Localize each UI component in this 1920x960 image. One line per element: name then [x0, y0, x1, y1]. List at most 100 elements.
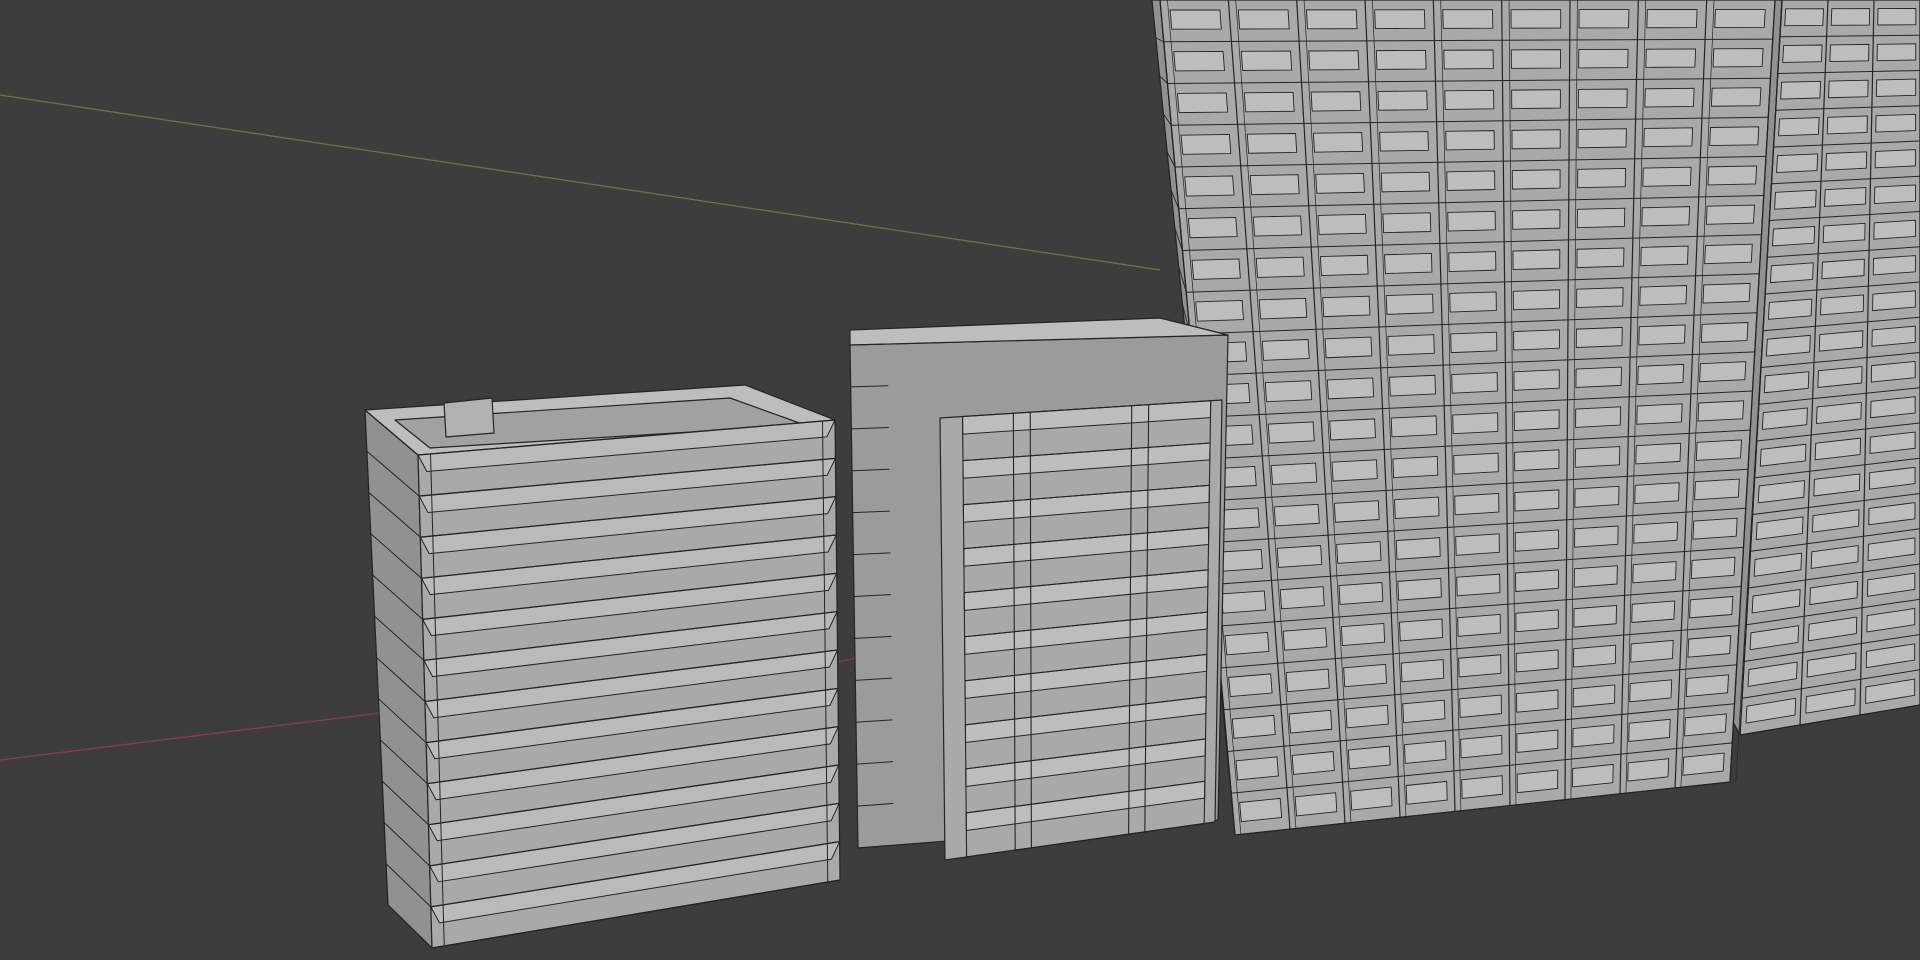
window-ledge [1291, 751, 1335, 775]
window-ledge [1514, 449, 1560, 472]
window-ledge [1874, 184, 1916, 204]
window-ledge [1515, 569, 1559, 592]
window-ledge [1515, 609, 1559, 633]
window-ledge [1329, 418, 1376, 441]
building-medium[interactable] [849, 317, 1229, 861]
window-ledge [1333, 500, 1380, 523]
window-ledge [1578, 9, 1630, 29]
window-ledge [1461, 775, 1503, 799]
window-ledge [1384, 252, 1433, 274]
window-ledge [1573, 605, 1617, 628]
window-ledge [1390, 415, 1438, 438]
window-ledge [1684, 713, 1727, 737]
window-ledge [1830, 8, 1871, 26]
viewport-scene[interactable] [0, 0, 1920, 960]
window-ledge [1641, 206, 1691, 227]
3d-viewport[interactable] [0, 0, 1920, 960]
window-ledge [1340, 622, 1386, 647]
window-ledge [1443, 49, 1494, 70]
window-ledge [1874, 149, 1917, 169]
window-ledge [1774, 189, 1817, 210]
window-ledge [1456, 573, 1501, 597]
window-ledge [1392, 456, 1439, 479]
window-ledge [1770, 262, 1814, 284]
window-ledge [1195, 299, 1244, 322]
window-ledge [1336, 541, 1382, 564]
window-ledge [1871, 325, 1916, 347]
window-ledge [1312, 132, 1364, 153]
window-ledge [1264, 380, 1313, 403]
window-ledge [1709, 126, 1760, 147]
window-ledge [1632, 561, 1677, 584]
rooftop-box [443, 397, 495, 438]
window-ledge [1385, 293, 1434, 315]
window-ledge [1575, 366, 1622, 388]
window-ledge [1276, 545, 1323, 568]
window-ledge [1180, 133, 1232, 155]
window-ledge [1511, 89, 1561, 110]
window-ledge [1279, 586, 1325, 610]
window-ledge [1235, 756, 1279, 781]
y-axis-line [0, 94, 1161, 271]
window-ledge [1191, 258, 1241, 280]
window-ledge [1217, 548, 1264, 572]
building-small[interactable] [364, 384, 841, 949]
window-ledge [1457, 613, 1501, 637]
window-ledge [1630, 639, 1674, 663]
window-ledge [1702, 282, 1751, 304]
window-ledge [1400, 659, 1445, 683]
window-ledge [1450, 331, 1498, 354]
window-ledge [1331, 459, 1378, 482]
window-ledge [1682, 752, 1725, 776]
window-ledge [1628, 718, 1671, 742]
window-ledge [1778, 117, 1820, 137]
window-ledge [1512, 249, 1561, 271]
window-ledge [1700, 322, 1749, 343]
window-ledge [1824, 187, 1867, 207]
window-ledge [1402, 699, 1446, 724]
window-ledge [1326, 377, 1375, 400]
window-ledge [1444, 89, 1495, 110]
window-ledge [1695, 439, 1742, 461]
window-ledge [1382, 212, 1432, 234]
window-ledge [1634, 482, 1680, 504]
window-ledge [1514, 529, 1560, 552]
window-ledge [1448, 251, 1497, 273]
window-ledge [1294, 792, 1338, 817]
window-ledge [1515, 649, 1559, 673]
window-ledge [1397, 577, 1442, 601]
window-ledge [1187, 216, 1238, 239]
window-ledge [1273, 503, 1320, 527]
window-ledge [1220, 590, 1267, 614]
window-ledge [1453, 452, 1499, 475]
window-ledge [1445, 130, 1495, 151]
window-ledge [1572, 724, 1615, 748]
window-ledge [1395, 537, 1441, 560]
window-ledge [1270, 462, 1318, 486]
window-ledge [1255, 256, 1305, 278]
window-ledge [1643, 127, 1694, 148]
building-tall[interactable] [1151, 0, 1783, 836]
window-ledge [1345, 704, 1389, 729]
window-ledge [1306, 9, 1358, 30]
window-ledge [1638, 324, 1686, 346]
window-ledge [1258, 297, 1308, 320]
window-ledge [1449, 291, 1497, 313]
window-ledge [1510, 9, 1562, 29]
window-ledge [1513, 409, 1560, 431]
window-ledge [1282, 627, 1328, 651]
window-ledge [1451, 372, 1498, 394]
window-ledge [1267, 421, 1315, 444]
window-ledge [1308, 50, 1360, 71]
window-ledge [1577, 88, 1628, 109]
window-ledge [1454, 493, 1500, 516]
window-ledge [1513, 369, 1560, 391]
window-ledge [1575, 406, 1622, 428]
window-ledge [1576, 287, 1624, 309]
window-ledge [1512, 209, 1561, 230]
window-ledge [1169, 9, 1222, 30]
window-ledge [1380, 171, 1431, 193]
window-ledge [1699, 361, 1747, 383]
window-ledge [1288, 709, 1333, 734]
window-ledge [1690, 556, 1736, 579]
